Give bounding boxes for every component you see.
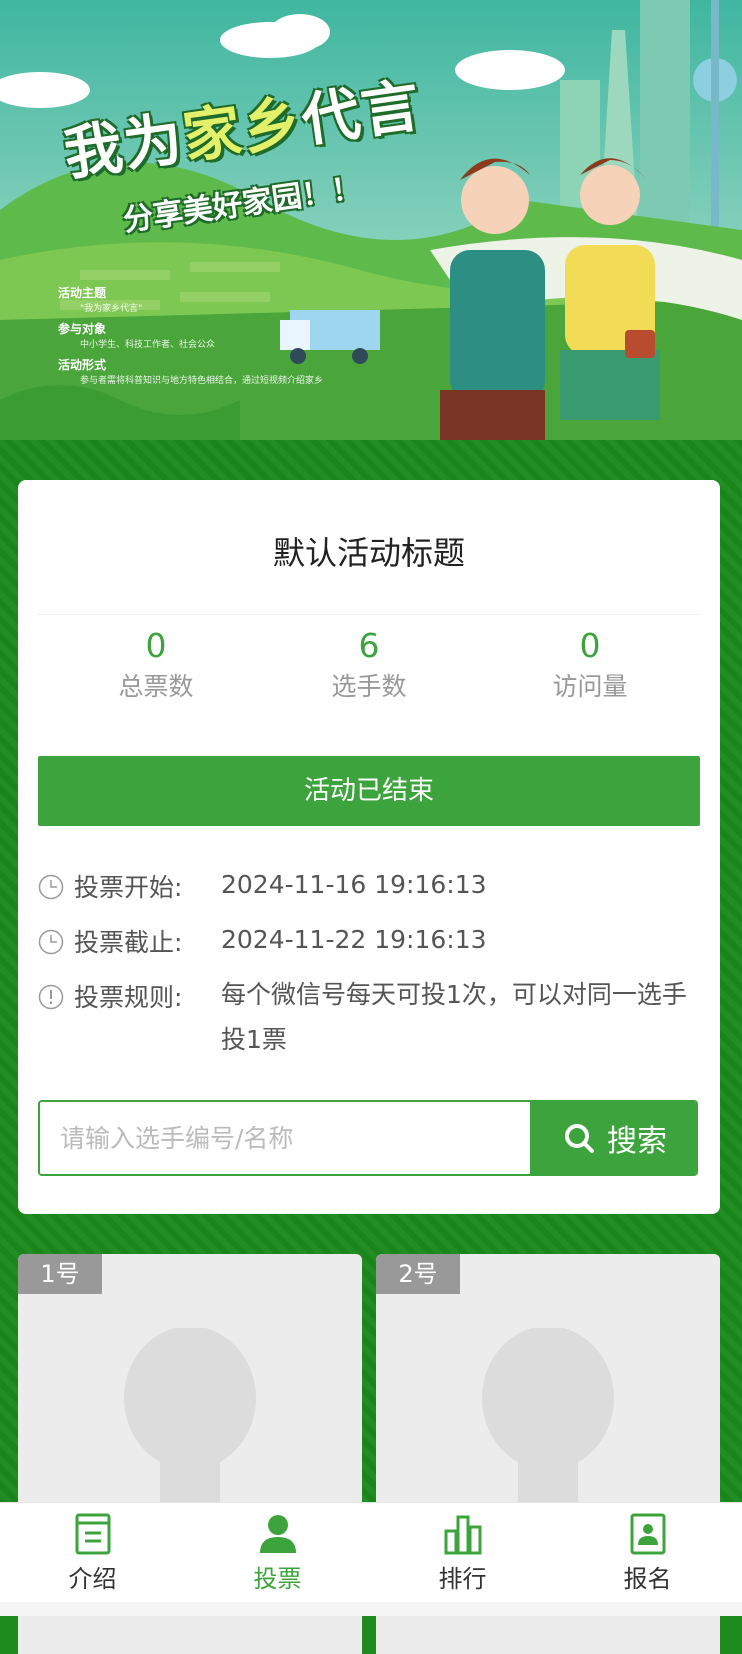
activity-status-button[interactable]: 活动已结束	[38, 756, 700, 826]
activity-title: 默认活动标题	[272, 534, 465, 572]
banner-info-label: 参与对象	[58, 322, 107, 336]
tab-signup[interactable]: 报名	[555, 1503, 740, 1603]
bottom-safe-area	[0, 1602, 742, 1616]
stat-value: 0	[579, 626, 601, 665]
search-button[interactable]: 搜索	[530, 1102, 696, 1174]
contestant-number-badge: 1号	[18, 1254, 102, 1294]
stat-total-votes: 0 总票数	[46, 626, 266, 703]
search-button-label: 搜索	[607, 1124, 667, 1159]
exclamation-icon	[38, 984, 64, 1010]
stat-value: 0	[145, 626, 167, 665]
vote-start-value: 2024-11-16 19:16:13	[221, 870, 487, 899]
search-icon	[565, 1124, 594, 1153]
bar-chart-icon	[444, 1515, 481, 1555]
vote-end-value: 2024-11-22 19:16:13	[221, 925, 487, 954]
vote-start-label: 投票开始:	[74, 873, 183, 902]
banner-info-label: 活动形式	[58, 358, 107, 372]
tab-label: 报名	[623, 1565, 672, 1593]
vote-rules-row: 投票规则: 每个微信号每天可投1次，可以对同一选手投1票	[38, 978, 708, 1068]
clock-icon	[38, 929, 64, 955]
vote-end-label: 投票截止:	[74, 928, 183, 957]
tab-label: 投票	[253, 1565, 302, 1593]
vote-rules-label: 投票规则:	[74, 983, 183, 1012]
banner-info: 活动主题 "我为家乡代言" 参与对象 中小学生、科技工作者、社会公众 活动形式 …	[58, 278, 323, 386]
banner-info-text: 中小学生、科技工作者、社会公众	[80, 340, 216, 350]
tab-label: 排行	[438, 1565, 487, 1593]
stat-value: 6	[358, 626, 380, 665]
search-input[interactable]	[40, 1102, 530, 1174]
document-icon	[75, 1513, 110, 1555]
stat-visits: 0 访问量	[480, 626, 700, 703]
id-card-icon	[630, 1513, 665, 1555]
banner-info-label: 活动主题	[58, 286, 107, 300]
tab-intro[interactable]: 介绍	[0, 1503, 185, 1603]
banner-info-text: "我为家乡代言"	[80, 304, 143, 314]
stat-label: 选手数	[331, 672, 407, 701]
activity-card: 默认活动标题 0 总票数 6 选手数 0 访问量 活动已结束 投票开始: 202…	[18, 480, 720, 1214]
stat-contestants: 6 选手数	[259, 626, 479, 703]
activity-banner: 我为家乡代言 分享美好家园！！ 活动主题 "我为家乡代言" 参与对象 中小学生、…	[0, 0, 742, 440]
contestant-search: 搜索	[38, 1100, 698, 1176]
person-icon	[259, 1515, 296, 1553]
tab-vote[interactable]: 投票	[185, 1503, 370, 1603]
stat-label: 总票数	[118, 672, 194, 701]
bottom-tab-bar: 介绍 投票 排行 报名	[0, 1502, 742, 1603]
stat-label: 访问量	[552, 672, 628, 701]
tab-ranking[interactable]: 排行	[370, 1503, 555, 1603]
contestant-number-badge: 2号	[376, 1254, 460, 1294]
vote-rules-value: 每个微信号每天可投1次，可以对同一选手投1票	[221, 980, 687, 1054]
clock-icon	[38, 874, 64, 900]
banner-info-text: 参与者需将科普知识与地方特色相结合，通过短视频介绍家乡	[80, 376, 324, 386]
divider	[38, 614, 700, 615]
tab-label: 介绍	[68, 1565, 117, 1593]
